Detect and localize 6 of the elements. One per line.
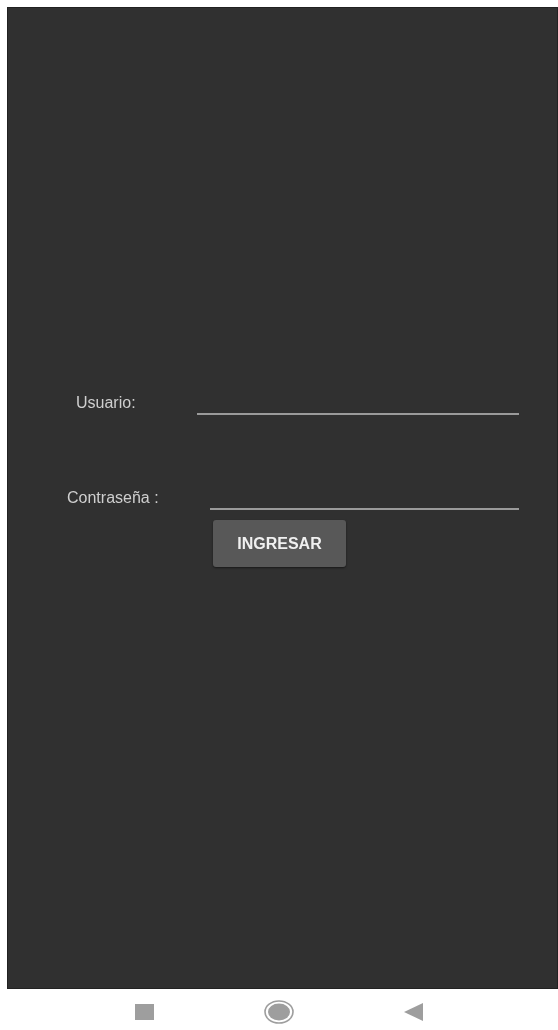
field-label: Contraseña : [67, 488, 159, 508]
submit-button[interactable]: INGRESAR [213, 520, 346, 567]
back-icon[interactable] [404, 1002, 423, 1021]
field-label: Usuario: [76, 393, 136, 413]
home-icon[interactable] [264, 999, 294, 1024]
square-icon[interactable] [135, 1003, 154, 1020]
